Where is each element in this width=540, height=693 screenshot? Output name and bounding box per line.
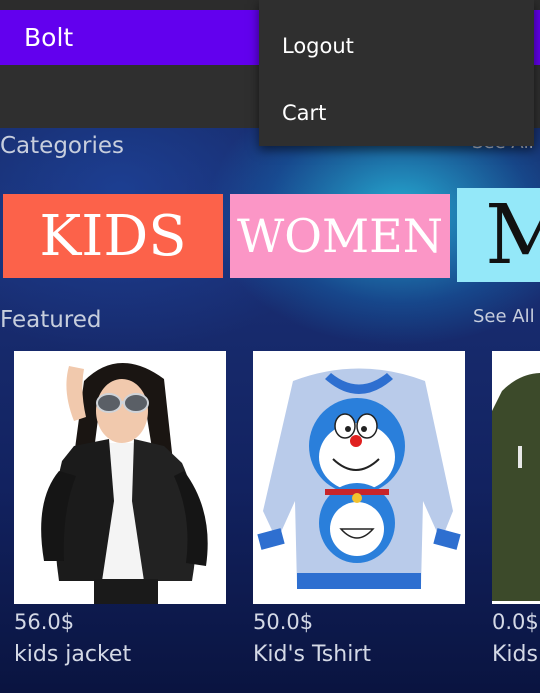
category-kids[interactable]: KIDS xyxy=(3,194,223,278)
app-bar-edge xyxy=(534,10,540,65)
menu-item-logout[interactable]: Logout xyxy=(259,12,534,79)
overflow-menu: Logout Cart xyxy=(259,0,534,146)
product-card-kids-tshirt[interactable]: 50.0$ Kid's Tshirt xyxy=(253,351,465,667)
jacket-girl-image xyxy=(14,351,226,604)
featured-see-all-link[interactable]: See All xyxy=(473,306,535,327)
category-kids-label: KIDS xyxy=(39,203,187,269)
menu-item-logout-label: Logout xyxy=(282,33,354,58)
doraemon-sweater-image xyxy=(253,351,465,604)
product-name: kids jacket xyxy=(14,642,132,667)
featured-title: Featured xyxy=(0,307,102,333)
app-screen: Bolt Categories See All KIDS WOMEN M Fea… xyxy=(0,0,540,693)
category-women-label: WOMEN xyxy=(237,209,443,263)
product-name: Kids xyxy=(492,642,538,667)
category-women[interactable]: WOMEN xyxy=(230,194,450,278)
green-hoodie-image xyxy=(492,351,540,604)
product-image-kids-tshirt xyxy=(253,351,465,604)
app-title: Bolt xyxy=(24,23,74,52)
menu-item-cart[interactable]: Cart xyxy=(259,79,534,146)
product-name: Kid's Tshirt xyxy=(253,642,371,667)
product-image-kids xyxy=(492,351,540,604)
menu-item-cart-label: Cart xyxy=(282,100,327,125)
product-price: 56.0$ xyxy=(14,610,75,634)
category-men-label: M xyxy=(485,188,540,282)
categories-title: Categories xyxy=(0,133,124,159)
product-price: 50.0$ xyxy=(253,610,314,634)
product-card-kids-jacket[interactable]: 56.0$ kids jacket xyxy=(14,351,226,667)
product-image-kids-jacket xyxy=(14,351,226,604)
product-price: 0.0$ xyxy=(492,610,539,634)
category-men[interactable]: M xyxy=(457,188,540,282)
product-card-kids[interactable]: 0.0$ Kids xyxy=(492,351,540,667)
